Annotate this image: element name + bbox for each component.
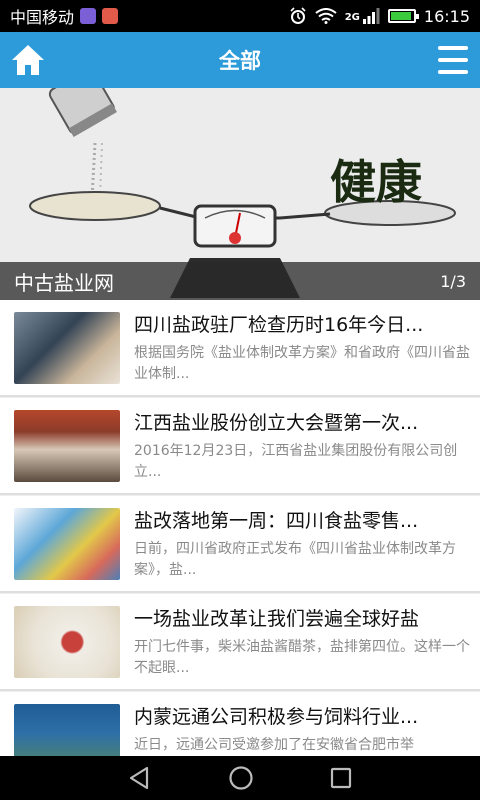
banner-pager: 1/3 (440, 271, 466, 291)
carrier-name: 中国移动 (10, 8, 75, 27)
recents-icon[interactable] (329, 766, 353, 790)
app-notification-icon (80, 8, 97, 24)
carrier-group: 中国移动 (10, 4, 119, 28)
wifi-icon (315, 8, 337, 24)
news-title: 江西盐业股份创立大会暨第一次... (134, 412, 419, 434)
news-summary: 开门七件事，柴米油盐酱醋茶，盐排第四位。这样一个不起眼... (134, 639, 470, 676)
banner-caption: 中古盐业网 (14, 270, 114, 295)
news-item[interactable]: 江西盐业股份创立大会暨第一次... 2016年12月23日，江西省盐业集团股份有… (0, 398, 480, 495)
news-thumbnail (14, 410, 120, 482)
news-title: 内蒙远通公司积极参与饲料行业... (134, 706, 419, 728)
battery-icon (387, 9, 419, 23)
status-bar: 中国移动 2G 16:15 (0, 0, 480, 32)
home-circle-icon[interactable] (228, 765, 254, 791)
network-type-label: 2G (344, 11, 360, 23)
news-thumbnail (14, 508, 120, 580)
news-title: 四川盐政驻厂检查历时16年今日... (134, 314, 424, 336)
back-icon[interactable] (127, 765, 153, 791)
app-header: 全部 (0, 32, 480, 88)
news-thumbnail (14, 704, 120, 756)
news-summary: 近日，远通公司受邀参加了在安徽省合肥市举 (134, 737, 414, 753)
page-title: 全部 (219, 49, 261, 73)
banner-caption-bar: 中古盐业网 1/3 (0, 262, 480, 300)
home-icon[interactable] (10, 43, 46, 77)
news-thumbnail (14, 606, 120, 678)
news-title: 盐改落地第一周：四川食盐零售... (134, 510, 419, 532)
banner-carousel[interactable]: 健康 中古盐业网 1/3 (0, 88, 480, 300)
news-thumbnail (14, 312, 120, 384)
news-item[interactable]: 内蒙远通公司积极参与饲料行业... 近日，远通公司受邀参加了在安徽省合肥市举 (0, 692, 480, 756)
news-list[interactable]: 四川盐政驻厂检查历时16年今日... 根据国务院《盐业体制改革方案》和省政府《四… (0, 300, 480, 756)
news-title: 一场盐业改革让我们尝遍全球好盐 (134, 608, 420, 630)
status-right: 2G 16:15 (289, 7, 470, 26)
alarm-icon (290, 7, 306, 24)
system-nav-bar (0, 756, 480, 800)
banner-calligraphy: 健康 (330, 155, 422, 209)
news-item[interactable]: 一场盐业改革让我们尝遍全球好盐 开门七件事，柴米油盐酱醋茶，盐排第四位。这样一个… (0, 594, 480, 691)
news-summary: 2016年12月23日，江西省盐业集团股份有限公司创立... (134, 443, 458, 480)
clock: 16:15 (423, 6, 470, 26)
news-summary: 根据国务院《盐业体制改革方案》和省政府《四川省盐业体制... (134, 345, 470, 382)
app-notification-icon-2 (102, 8, 119, 24)
menu-icon[interactable] (438, 46, 468, 74)
news-item[interactable]: 四川盐政驻厂检查历时16年今日... 根据国务院《盐业体制改革方案》和省政府《四… (0, 300, 480, 397)
signal-icon (362, 8, 380, 24)
news-summary: 日前，四川省政府正式发布《四川省盐业体制改革方案》，盐... (134, 541, 456, 578)
news-item[interactable]: 盐改落地第一周：四川食盐零售... 日前，四川省政府正式发布《四川省盐业体制改革… (0, 496, 480, 593)
